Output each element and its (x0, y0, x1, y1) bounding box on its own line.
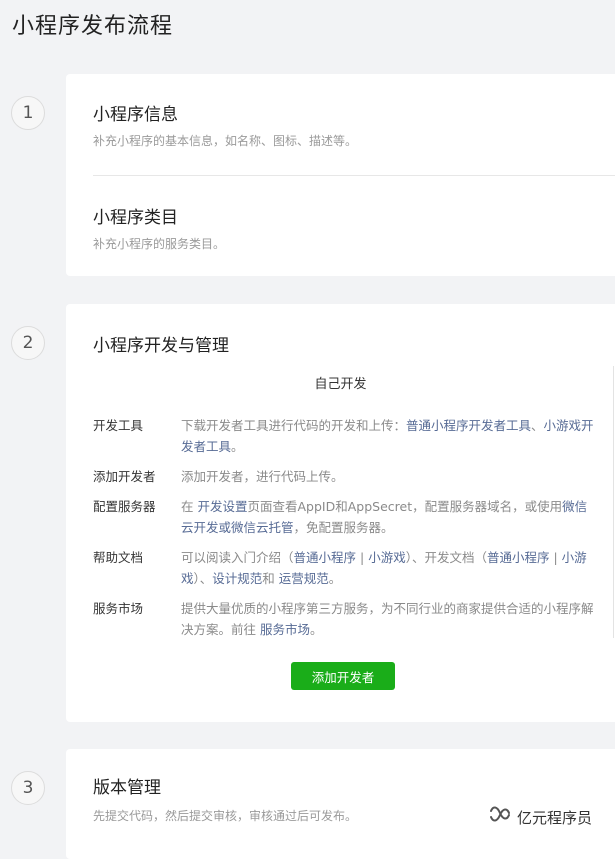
docs-row: 帮助文档 可以阅读入门介绍（普通小程序 | 小游戏）、开发文档（普通小程序 | … (93, 547, 597, 591)
design-spec-link[interactable]: 设计规范 (212, 571, 262, 586)
self-dev-label: 自己开发 (314, 377, 367, 392)
docs-text: 可以阅读入门介绍（普通小程序 | 小游戏）、开发文档（普通小程序 | 小游戏）、… (181, 550, 587, 586)
dev-manage-title: 小程序开发与管理 (93, 336, 229, 356)
market-label: 服务市场 (93, 601, 144, 616)
page-title: 小程序发布流程 (12, 14, 174, 39)
version-manage-title: 版本管理 (93, 778, 161, 798)
step-number-1: 1 (11, 96, 45, 130)
intro-minigame-link[interactable]: 小游戏 (368, 550, 406, 565)
scrollbar-track (613, 366, 614, 638)
server-row: 配置服务器 在 开发设置页面查看AppID和AppSecret，配置服务器域名，… (93, 496, 597, 540)
add-dev-row: 添加开发者 添加开发者，进行代码上传。 (93, 466, 597, 488)
dev-settings-link[interactable]: 开发设置 (197, 499, 247, 514)
mini-program-info-desc: 补充小程序的基本信息，如名称、图标、描述等。 (93, 134, 358, 148)
market-row: 服务市场 提供大量优质的小程序第三方服务，为不同行业的商家提供合适的小程序解决方… (93, 598, 597, 642)
add-dev-label: 添加开发者 (93, 469, 156, 484)
mini-program-info-title[interactable]: 小程序信息 (93, 100, 178, 125)
add-dev-text: 添加开发者，进行代码上传。 (181, 469, 344, 484)
server-label: 配置服务器 (93, 499, 156, 514)
intro-mini-program-link[interactable]: 普通小程序 (294, 550, 357, 565)
dev-tools-row: 开发工具 下载开发者工具进行代码的开发和上传：普通小程序开发者工具、小游戏开发者… (93, 415, 597, 459)
step-number-3: 3 (11, 771, 45, 805)
watermark-text: 亿元程序员 (517, 808, 593, 827)
service-market-link[interactable]: 服务市场 (260, 622, 310, 637)
mini-program-category-desc: 补充小程序的服务类目。 (93, 237, 226, 251)
dev-tools-label: 开发工具 (93, 418, 144, 433)
dev-tools-text: 下载开发者工具进行代码的开发和上传：普通小程序开发者工具、小游戏开发者工具。 (181, 418, 594, 454)
step-number-2: 2 (11, 326, 45, 360)
watermark: 亿元程序员 (488, 805, 592, 829)
docs-label: 帮助文档 (93, 550, 144, 565)
step-2-card: 小程序开发与管理 自己开发 开发工具 下载开发者工具进行代码的开发和上传：普通小… (66, 304, 615, 722)
docs-mini-program-link[interactable]: 普通小程序 (487, 550, 550, 565)
add-developer-button[interactable]: 添加开发者 (291, 662, 395, 690)
operation-spec-link[interactable]: 运营规范 (279, 571, 329, 586)
wechat-channel-icon (488, 805, 512, 829)
market-text: 提供大量优质的小程序第三方服务，为不同行业的商家提供合适的小程序解决方案。前往 … (181, 601, 594, 637)
mini-program-category-title[interactable]: 小程序类目 (93, 203, 178, 228)
version-manage-desc: 先提交代码，然后提交审核，审核通过后可发布。 (93, 809, 358, 823)
server-text: 在 开发设置页面查看AppID和AppSecret，配置服务器域名，或使用微信云… (181, 499, 588, 535)
divider (93, 175, 615, 176)
step-1-card: 小程序信息 补充小程序的基本信息，如名称、图标、描述等。 小程序类目 补充小程序… (66, 74, 615, 276)
mini-program-devtools-link[interactable]: 普通小程序开发者工具 (406, 418, 531, 433)
